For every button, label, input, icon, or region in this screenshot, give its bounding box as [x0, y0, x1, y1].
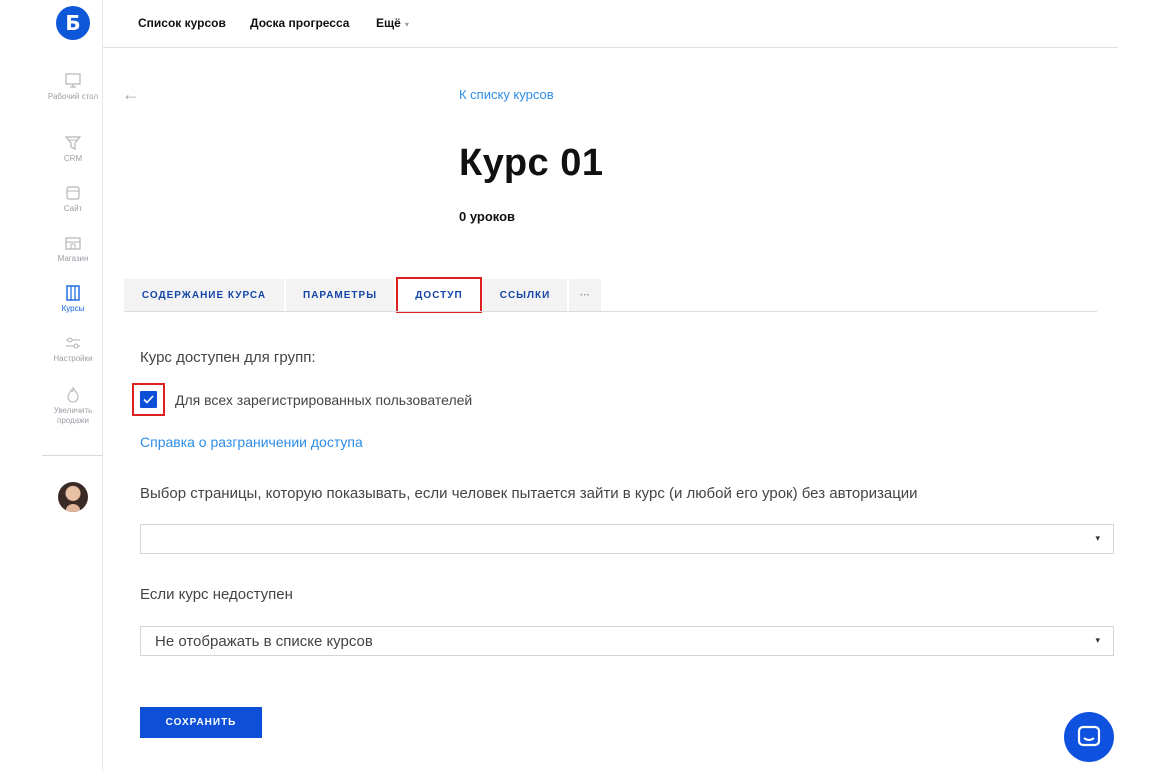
- access-help-link[interactable]: Справка о разграничении доступа: [140, 434, 363, 450]
- tab-links[interactable]: ССЫЛКИ: [483, 279, 568, 312]
- back-arrow-icon[interactable]: ←: [122, 84, 140, 105]
- page-title: Курс 01: [459, 142, 604, 184]
- sidebar-item-label: CRM: [63, 154, 83, 163]
- sidebar-item-label: Магазин: [57, 254, 89, 263]
- unauthorized-page-select[interactable]: ▾: [140, 524, 1114, 554]
- nav-more-label: Ещё: [376, 16, 401, 30]
- sidebar-item-shop[interactable]: Магазин: [42, 234, 104, 264]
- all-registered-label[interactable]: Для всех зарегистрированных пользователе…: [175, 392, 472, 408]
- sidebar-item-label: Увеличить продажи: [53, 406, 93, 425]
- all-registered-checkbox[interactable]: [140, 391, 157, 408]
- logo[interactable]: Б: [56, 6, 90, 40]
- chevron-down-icon: ▾: [404, 20, 409, 29]
- sidebar-item-label: Настройки: [53, 354, 93, 363]
- sidebar-item-crm[interactable]: CRM: [42, 134, 104, 164]
- lessons-count: 0 уроков: [459, 209, 516, 224]
- nav-more[interactable]: Ещё ▾: [376, 16, 409, 30]
- save-button[interactable]: СОХРАНИТЬ: [140, 707, 262, 738]
- breadcrumb-courses-list[interactable]: К списку курсов: [459, 87, 554, 102]
- flame-icon: [67, 386, 79, 403]
- shop-icon: [65, 237, 81, 250]
- sidebar-divider: [42, 455, 103, 456]
- sidebar-item-courses[interactable]: Курсы: [42, 284, 104, 314]
- sidebar-item-settings[interactable]: Настройки: [42, 334, 104, 364]
- chat-button[interactable]: [1064, 712, 1114, 762]
- tab-access[interactable]: ДОСТУП: [396, 277, 482, 313]
- sidebar-item-desktop[interactable]: Рабочий стол: [42, 72, 104, 102]
- sidebar-item-label: Курсы: [61, 304, 85, 313]
- groups-label: Курс доступен для групп:: [140, 349, 316, 366]
- funnel-icon: [64, 136, 82, 150]
- unavailable-label: Если курс недоступен: [140, 586, 293, 603]
- select-value: Не отображать в списке курсов: [155, 633, 373, 650]
- tabs-divider: [124, 311, 1097, 312]
- sidebar-item-label: Рабочий стол: [47, 92, 99, 101]
- courses-icon: [66, 285, 80, 301]
- top-navigation: Список курсов Доска прогресса Ещё ▾: [103, 0, 1118, 48]
- sliders-icon: [66, 337, 80, 349]
- sidebar-item-increase-sales[interactable]: Увеличить продажи: [42, 386, 104, 426]
- page-select-label: Выбор страницы, которую показывать, если…: [140, 485, 918, 502]
- sidebar: Б Рабочий стол CRM Сайт Магазин Курсы На…: [0, 0, 103, 771]
- chevron-down-icon: ▾: [1095, 533, 1100, 543]
- site-icon: [66, 186, 80, 200]
- logo-letter: Б: [65, 11, 81, 35]
- chat-icon: [1077, 725, 1101, 747]
- sidebar-item-site[interactable]: Сайт: [42, 184, 104, 214]
- nav-courses-list[interactable]: Список курсов: [138, 16, 226, 30]
- checkmark-icon: [143, 395, 154, 404]
- monitor-icon: [65, 73, 81, 88]
- tab-parameters[interactable]: ПАРАМЕТРЫ: [286, 279, 395, 312]
- chevron-down-icon: ▾: [1095, 635, 1100, 645]
- sidebar-item-label: Сайт: [63, 204, 83, 213]
- tab-course-content[interactable]: СОДЕРЖАНИЕ КУРСА: [124, 279, 285, 312]
- nav-progress-board[interactable]: Доска прогресса: [250, 16, 349, 30]
- tab-more[interactable]: ···: [569, 279, 602, 312]
- unavailable-select[interactable]: Не отображать в списке курсов ▾: [140, 626, 1114, 656]
- avatar[interactable]: [58, 482, 88, 512]
